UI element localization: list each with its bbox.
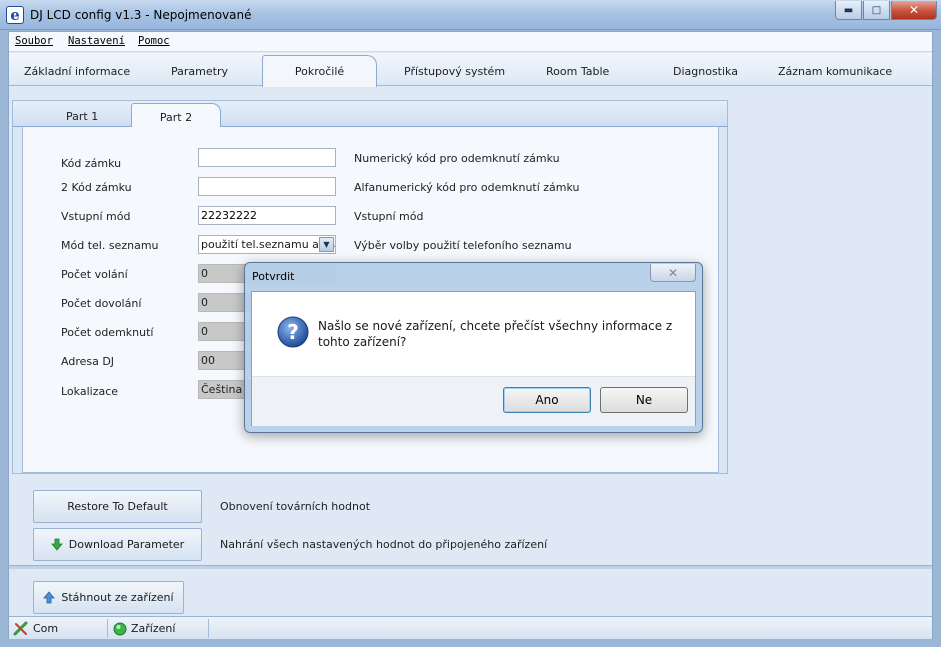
label-pocet-volani: Počet volání — [61, 268, 128, 281]
separator-bar — [9, 565, 932, 569]
question-icon: ? — [277, 316, 309, 348]
restore-to-default-button[interactable]: Restore To Default — [33, 490, 202, 523]
desc-2-kod-zamku: Alfanumerický kód pro odemknutí zámku — [354, 181, 580, 194]
device-status-icon — [113, 622, 127, 635]
maximize-button[interactable]: □ — [863, 1, 890, 20]
label-kod-zamku: Kód zámku — [61, 157, 122, 170]
arrow-down-icon — [50, 538, 63, 551]
desc-kod-zamku: Numerický kód pro odemknutí zámku — [354, 152, 560, 165]
label-pocet-dovolani: Počet dovolání — [61, 297, 142, 310]
menu-soubor[interactable]: Soubor — [15, 35, 53, 47]
status-com: Com — [13, 617, 58, 640]
title-bar[interactable]: e DJ LCD config v1.3 - Nepojmenované ▬ □… — [0, 0, 941, 30]
menu-bar: Soubor Nastavení Pomoc — [9, 32, 932, 52]
menu-nastaveni[interactable]: Nastavení — [68, 35, 125, 47]
app-icon: e — [6, 6, 24, 24]
label-mod-tel-seznamu: Mód tel. seznamu — [61, 239, 159, 252]
window-title: DJ LCD config v1.3 - Nepojmenované — [30, 8, 252, 22]
question-glyph: ? — [287, 320, 299, 344]
label-lokalizace: Lokalizace — [61, 385, 119, 398]
dialog-message: Našlo se nové zařízení, chcete přečíst v… — [318, 319, 673, 349]
dialog-body: ? Našlo se nové zařízení, chcete přečíst… — [251, 291, 696, 426]
subtab-part-1[interactable]: Part 1 — [66, 110, 98, 123]
status-divider — [208, 619, 209, 638]
subtab-part-2[interactable]: Part 2 — [131, 103, 221, 128]
sub-tab-strip: Part 1 Part 2 — [13, 101, 727, 128]
tab-zakladni-informace[interactable]: Základní informace — [24, 65, 130, 78]
main-tab-strip: Základní informace Parametry Pokročilé P… — [9, 53, 932, 87]
close-button[interactable]: ✕ — [891, 1, 937, 20]
status-device-label: Zařízení — [131, 622, 176, 635]
restore-to-default-label: Restore To Default — [67, 500, 168, 513]
ne-button[interactable]: Ne — [600, 387, 688, 413]
tab-diagnostika[interactable]: Diagnostika — [673, 65, 738, 78]
menu-pomoc[interactable]: Pomoc — [138, 35, 170, 47]
kod-zamku-input[interactable] — [198, 148, 336, 167]
status-divider — [107, 619, 108, 638]
minimize-button[interactable]: ▬ — [835, 1, 862, 20]
tab-zaznam-komunikace[interactable]: Záznam komunikace — [778, 65, 892, 78]
download-description: Nahrání všech nastavených hodnot do přip… — [220, 538, 548, 551]
com-status-icon — [13, 621, 28, 635]
stahnout-label: Stáhnout ze zařízení — [61, 591, 174, 604]
mod-tel-seznamu-select[interactable]: použití tel.seznamu a pravidel ▼ — [198, 235, 336, 254]
status-device: Zařízení — [113, 617, 175, 640]
download-parameter-button[interactable]: Download Parameter — [33, 528, 202, 561]
tab-pristupovy-system[interactable]: Přístupový systém — [404, 65, 505, 78]
mod-tel-seznamu-value: použití tel.seznamu a pravidel — [201, 238, 335, 251]
vstupni-mod-input[interactable] — [198, 206, 336, 225]
stahnout-ze-zarizeni-button[interactable]: Stáhnout ze zařízení — [33, 581, 184, 614]
download-parameter-label: Download Parameter — [68, 538, 185, 551]
status-com-label: Com — [33, 622, 59, 635]
confirm-dialog: Potvrdit ✕ ? Našlo se nové zařízení, chc… — [244, 262, 703, 433]
tab-room-table[interactable]: Room Table — [546, 65, 609, 78]
kod-zamku-2-input[interactable] — [198, 177, 336, 196]
window-controls: ▬ □ ✕ — [834, 1, 937, 20]
label-adresa-dj: Adresa DJ — [61, 355, 115, 368]
tab-parametry[interactable]: Parametry — [171, 65, 228, 78]
ano-button[interactable]: Ano — [503, 387, 591, 413]
desc-vstupni-mod: Vstupní mód — [354, 210, 424, 223]
status-bar: Com Zařízení — [9, 616, 932, 639]
tab-pokrocile[interactable]: Pokročilé — [262, 55, 377, 87]
chevron-down-icon[interactable]: ▼ — [319, 237, 334, 252]
restore-description: Obnovení továrních hodnot — [220, 500, 371, 513]
dialog-title: Potvrdit — [252, 270, 295, 283]
label-vstupni-mod: Vstupní mód — [61, 210, 131, 223]
desc-mod-tel-seznamu: Výběr volby použití telefoního seznamu — [354, 239, 572, 252]
arrow-up-icon — [43, 591, 56, 604]
label-pocet-odemknuti: Počet odemknutí — [61, 326, 154, 339]
label-2-kod-zamku: 2 Kód zámku — [61, 181, 132, 194]
dialog-footer: Ano Ne — [252, 376, 695, 426]
dialog-close-button[interactable]: ✕ — [650, 264, 696, 282]
